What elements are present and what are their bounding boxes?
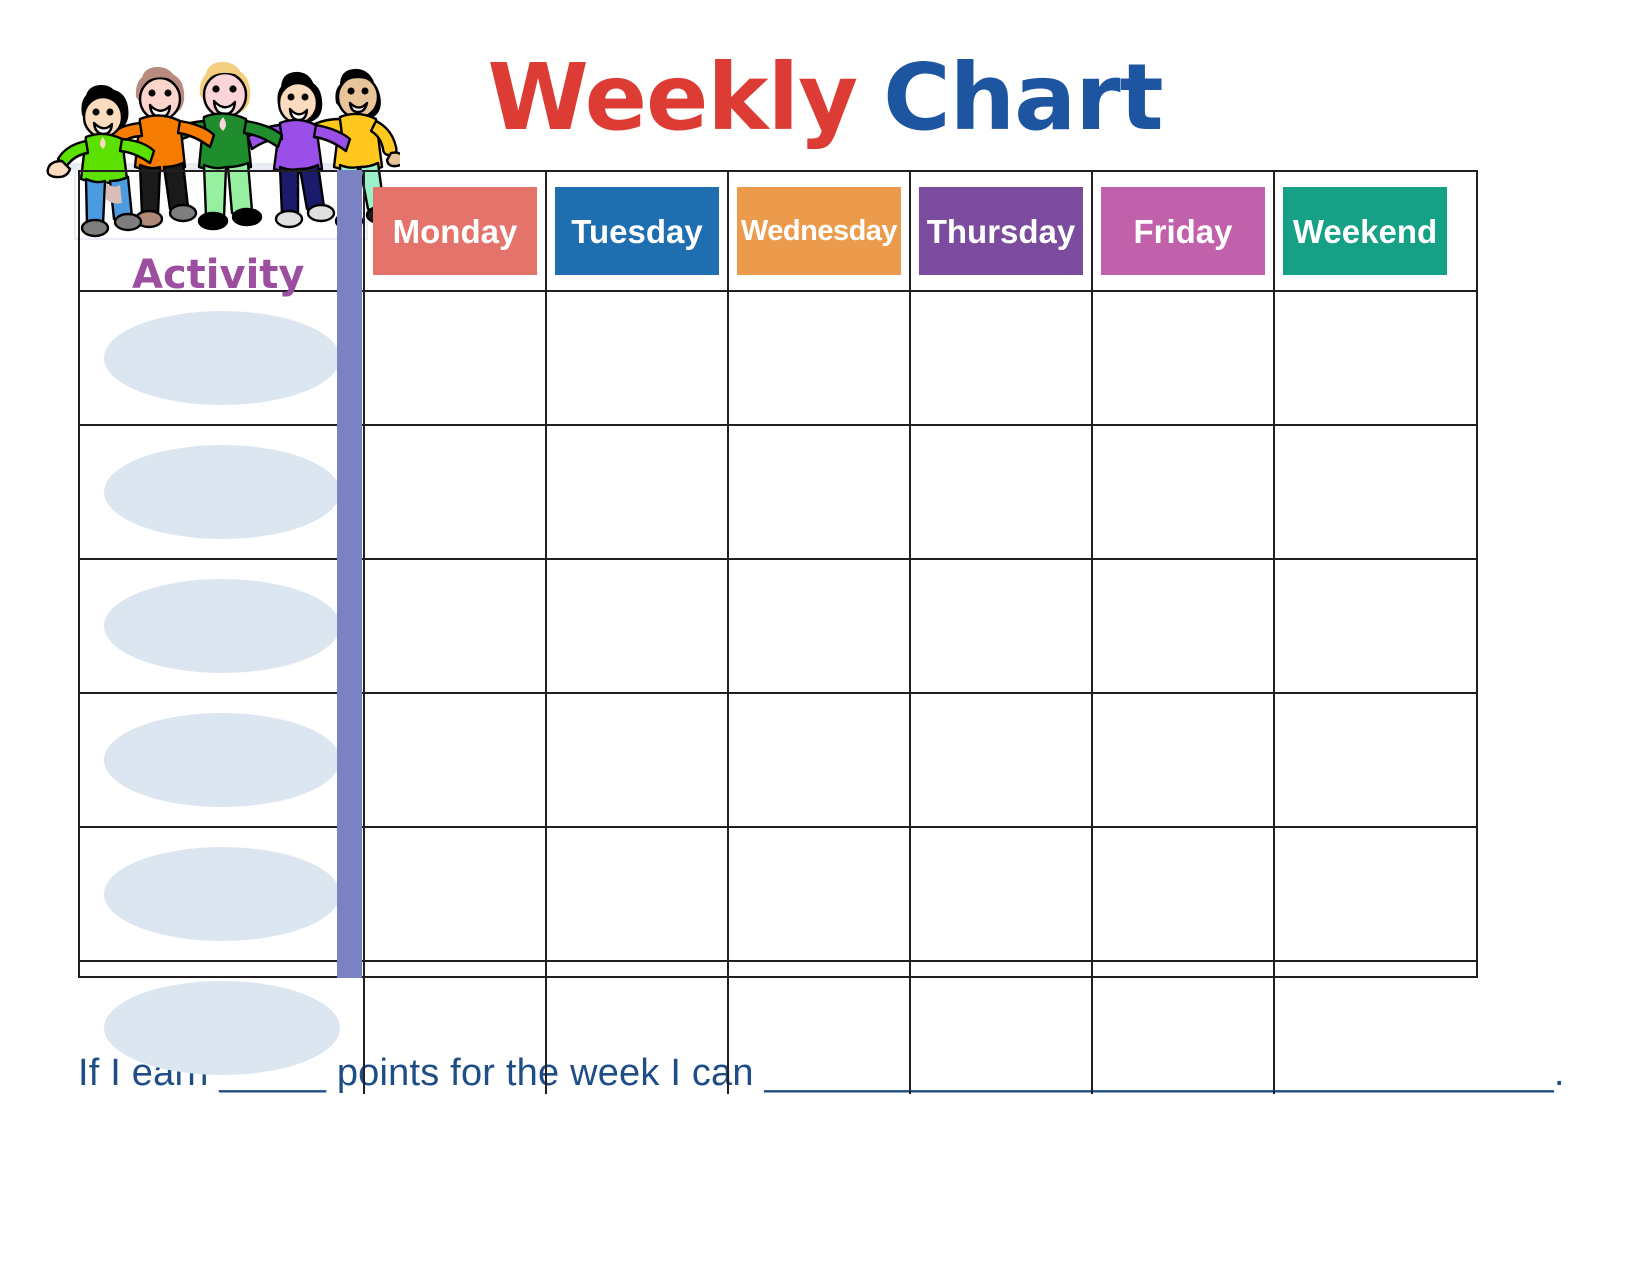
day-chip-monday: Monday <box>373 187 537 275</box>
header-cell-friday: Friday <box>1091 172 1273 290</box>
table-row <box>80 558 1476 692</box>
activity-column-divider-bar <box>337 170 362 978</box>
day-cell-monday[interactable] <box>363 962 545 1094</box>
day-cell-wednesday[interactable] <box>727 426 909 558</box>
activity-cell[interactable] <box>80 560 363 692</box>
table-row <box>80 692 1476 826</box>
table-row <box>80 960 1476 1094</box>
activity-cell[interactable] <box>80 426 363 558</box>
activity-cell[interactable] <box>80 828 363 960</box>
day-cell-wednesday[interactable] <box>727 560 909 692</box>
activity-column-label: Activity <box>132 252 305 298</box>
day-cell-thursday[interactable] <box>909 426 1091 558</box>
day-cell-monday[interactable] <box>363 426 545 558</box>
day-cell-friday[interactable] <box>1091 560 1273 692</box>
day-cell-wednesday[interactable] <box>727 292 909 424</box>
day-cell-tuesday[interactable] <box>545 962 727 1094</box>
day-cell-weekend[interactable] <box>1273 962 1455 1094</box>
day-cell-friday[interactable] <box>1091 694 1273 826</box>
day-cell-thursday[interactable] <box>909 560 1091 692</box>
day-cell-friday[interactable] <box>1091 962 1273 1094</box>
day-cell-thursday[interactable] <box>909 828 1091 960</box>
day-cell-monday[interactable] <box>363 292 545 424</box>
activity-cell[interactable] <box>80 292 363 424</box>
day-cell-weekend[interactable] <box>1273 694 1455 826</box>
day-cell-monday[interactable] <box>363 694 545 826</box>
day-cell-thursday[interactable] <box>909 694 1091 826</box>
day-cell-wednesday[interactable] <box>727 828 909 960</box>
table-row <box>80 826 1476 960</box>
day-cell-thursday[interactable] <box>909 292 1091 424</box>
day-cell-monday[interactable] <box>363 828 545 960</box>
day-cell-weekend[interactable] <box>1273 828 1455 960</box>
day-cell-tuesday[interactable] <box>545 426 727 558</box>
activity-name-oval[interactable] <box>103 445 340 539</box>
day-chip-weekend: Weekend <box>1283 187 1447 275</box>
header-cell-weekend: Weekend <box>1273 172 1455 290</box>
header-cell-wednesday: Wednesday <box>727 172 909 290</box>
table-row <box>80 424 1476 558</box>
day-chip-tuesday: Tuesday <box>555 187 719 275</box>
day-cell-weekend[interactable] <box>1273 292 1455 424</box>
header-cell-monday: Monday <box>363 172 545 290</box>
page-title-word-weekly: Weekly <box>487 44 858 151</box>
day-cell-tuesday[interactable] <box>545 292 727 424</box>
day-cell-wednesday[interactable] <box>727 694 909 826</box>
day-cell-tuesday[interactable] <box>545 694 727 826</box>
activity-name-oval[interactable] <box>103 579 340 673</box>
day-cell-friday[interactable] <box>1091 426 1273 558</box>
day-cell-weekend[interactable] <box>1273 426 1455 558</box>
table-row <box>80 290 1476 424</box>
activity-name-oval[interactable] <box>103 713 340 807</box>
day-cell-friday[interactable] <box>1091 828 1273 960</box>
activity-name-oval[interactable] <box>103 981 340 1075</box>
activity-cell[interactable] <box>80 962 363 1094</box>
activity-name-oval[interactable] <box>103 847 340 941</box>
day-chip-wednesday: Wednesday <box>737 187 901 275</box>
day-chip-friday: Friday <box>1101 187 1265 275</box>
header-cell-tuesday: Tuesday <box>545 172 727 290</box>
day-cell-thursday[interactable] <box>909 962 1091 1094</box>
header-cell-thursday: Thursday <box>909 172 1091 290</box>
day-cell-monday[interactable] <box>363 560 545 692</box>
day-chip-thursday: Thursday <box>919 187 1083 275</box>
day-cell-friday[interactable] <box>1091 292 1273 424</box>
activity-cell[interactable] <box>80 694 363 826</box>
day-cell-wednesday[interactable] <box>727 962 909 1094</box>
activity-name-oval[interactable] <box>103 311 340 405</box>
day-cell-tuesday[interactable] <box>545 828 727 960</box>
page-title-word-chart: Chart <box>883 44 1163 151</box>
day-cell-weekend[interactable] <box>1273 560 1455 692</box>
day-cell-tuesday[interactable] <box>545 560 727 692</box>
weekly-chart-page: Weekly Chart Activity Monday Tuesday Wed… <box>0 0 1650 1275</box>
